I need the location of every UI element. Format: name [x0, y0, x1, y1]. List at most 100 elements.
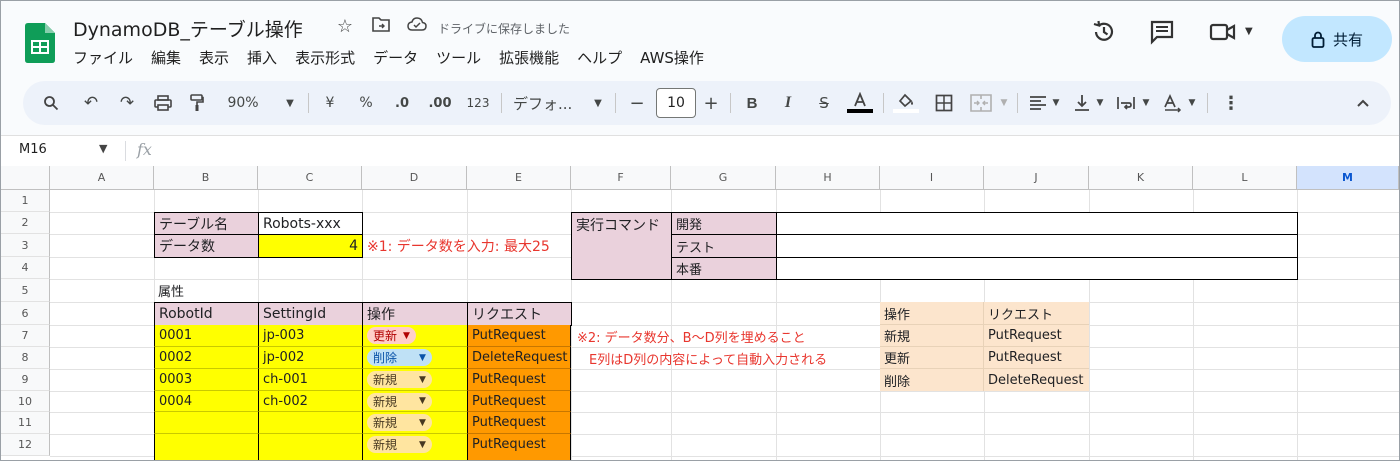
rotation-dropdown-icon[interactable]: ▼ — [1185, 81, 1199, 125]
column-header-b[interactable]: B — [154, 166, 258, 190]
attributes-label[interactable]: 属性 — [154, 279, 258, 302]
operation-chip[interactable]: 新規 ▼ — [367, 414, 432, 431]
row-header-4[interactable]: 4 — [1, 257, 50, 279]
cell-robot-id-6[interactable] — [154, 434, 258, 460]
row-header-9[interactable]: 9 — [1, 369, 50, 391]
column-header-c[interactable]: C — [258, 166, 362, 190]
operation-chip[interactable]: 削除 ▼ — [367, 349, 432, 366]
row-header-11[interactable]: 11 — [1, 412, 50, 434]
lookup-request-1[interactable]: PutRequest — [984, 325, 1089, 347]
row-header-6[interactable]: 6 — [1, 302, 50, 325]
cloud-saved-icon[interactable] — [406, 16, 428, 37]
cell-robot-id-3[interactable]: 0003 — [154, 369, 258, 391]
cell-robot-id-4[interactable]: 0004 — [154, 391, 258, 412]
search-menus-icon[interactable] — [37, 81, 65, 125]
header-operation[interactable]: 操作 — [362, 302, 468, 326]
collapse-toolbar-icon[interactable] — [1351, 81, 1375, 125]
env-prod-label[interactable]: 本番 — [671, 257, 777, 280]
lookup-op-2[interactable]: 更新 — [880, 347, 984, 369]
select-all-corner[interactable] — [1, 166, 50, 190]
undo-icon[interactable]: ↶ — [77, 81, 105, 125]
column-header-f[interactable]: F — [571, 166, 671, 190]
meet-dropdown-icon[interactable]: ▼ — [1245, 26, 1253, 37]
column-header-d[interactable]: D — [362, 166, 467, 190]
cell-request-2[interactable]: DeleteRequest — [467, 347, 571, 369]
row-header-8[interactable]: 8 — [1, 347, 50, 369]
env-test-label[interactable]: テスト — [671, 234, 777, 258]
cell-setting-id-3[interactable]: ch-001 — [258, 369, 362, 391]
column-header-e[interactable]: E — [467, 166, 571, 190]
row-header-10[interactable]: 10 — [1, 391, 50, 412]
increase-font-size-icon[interactable]: + — [699, 81, 723, 125]
operation-chip[interactable]: 新規 ▼ — [367, 371, 432, 388]
table-name-label[interactable]: テーブル名 — [154, 212, 259, 235]
note-fill-columns[interactable]: ※2: データ数分、B～D列を埋めること — [573, 325, 873, 347]
halign-dropdown-icon[interactable]: ▼ — [1049, 81, 1063, 125]
more-options-icon[interactable]: ⋮ — [1219, 81, 1243, 125]
zoom-select[interactable]: 90% — [219, 81, 267, 125]
cell-request-1[interactable]: PutRequest — [467, 325, 571, 347]
cell-setting-id-4[interactable]: ch-002 — [258, 391, 362, 412]
lookup-header-operation[interactable]: 操作 — [880, 302, 984, 325]
row-header-3[interactable]: 3 — [1, 234, 50, 257]
header-request[interactable]: リクエスト — [467, 302, 572, 326]
menu-view[interactable]: 表示 — [199, 47, 238, 68]
data-count-label[interactable]: データ数 — [154, 234, 259, 258]
merge-dropdown-icon[interactable]: ▼ — [997, 81, 1011, 125]
sheets-logo-icon[interactable] — [25, 23, 55, 63]
cell-operation-6[interactable]: 新規 ▼ — [362, 434, 467, 460]
share-button[interactable]: 共有 — [1282, 16, 1392, 62]
cell-request-4[interactable]: PutRequest — [467, 391, 571, 412]
column-header-a[interactable]: A — [50, 166, 154, 190]
column-header-j[interactable]: J — [984, 166, 1089, 190]
table-name-value[interactable]: Robots-xxx — [258, 212, 363, 235]
data-count-value[interactable]: 4 — [258, 234, 363, 258]
cell-request-5[interactable]: PutRequest — [467, 412, 571, 434]
exec-command-dev[interactable] — [776, 212, 1298, 235]
menu-format[interactable]: 表示形式 — [295, 47, 364, 68]
note-auto-request[interactable]: E列はD列の内容によって自動入力される — [585, 347, 885, 369]
column-header-m[interactable]: M — [1297, 166, 1399, 190]
font-size-input[interactable]: 10 — [656, 88, 696, 118]
menu-extensions[interactable]: 拡張機能 — [499, 47, 568, 68]
header-setting-id[interactable]: SettingId — [258, 302, 363, 326]
row-header-7[interactable]: 7 — [1, 325, 50, 347]
lookup-request-3[interactable]: DeleteRequest — [984, 369, 1089, 391]
row-header-2[interactable]: 2 — [1, 212, 50, 234]
cell-setting-id-1[interactable]: jp-003 — [258, 325, 362, 347]
merge-cells-icon[interactable] — [967, 81, 995, 125]
lookup-request-2[interactable]: PutRequest — [984, 347, 1089, 369]
version-history-icon[interactable] — [1091, 19, 1117, 45]
lookup-op-1[interactable]: 新規 — [880, 325, 984, 347]
operation-chip[interactable]: 新規 ▼ — [367, 436, 432, 453]
exec-command-prod[interactable] — [776, 257, 1298, 280]
borders-icon[interactable] — [931, 81, 957, 125]
meet-video-icon[interactable] — [1209, 19, 1237, 45]
name-box-dropdown-icon[interactable]: ▼ — [99, 142, 107, 155]
fill-color-icon[interactable] — [891, 81, 921, 125]
cell-setting-id-2[interactable]: jp-002 — [258, 347, 362, 369]
column-header-g[interactable]: G — [671, 166, 776, 190]
lookup-header-request[interactable]: リクエスト — [984, 302, 1089, 325]
menu-help[interactable]: ヘルプ — [577, 47, 631, 68]
text-wrapping-icon[interactable] — [1113, 81, 1139, 125]
print-icon[interactable] — [149, 81, 177, 125]
percent-format-button[interactable]: % — [355, 81, 377, 125]
operation-chip[interactable]: 新規 ▼ — [367, 392, 432, 410]
exec-command-test[interactable] — [776, 234, 1298, 258]
valign-dropdown-icon[interactable]: ▼ — [1093, 81, 1107, 125]
decrease-decimal-button[interactable]: .0 — [387, 81, 417, 125]
cell-robot-id-2[interactable]: 0002 — [154, 347, 258, 369]
strikethrough-icon[interactable]: S — [811, 81, 837, 125]
row-header-1[interactable]: 1 — [1, 190, 50, 212]
cell-request-6[interactable]: PutRequest — [467, 434, 571, 460]
env-dev-label[interactable]: 開発 — [671, 212, 777, 235]
menu-tools[interactable]: ツール — [436, 47, 490, 68]
bold-icon[interactable]: B — [739, 81, 765, 125]
spreadsheet-grid[interactable]: A B C D E F G H I J K L M 1 2 3 4 5 6 7 … — [1, 166, 1399, 460]
vertical-align-icon[interactable] — [1069, 81, 1095, 125]
column-header-h[interactable]: H — [776, 166, 880, 190]
menu-data[interactable]: データ — [373, 47, 427, 68]
currency-format-button[interactable]: ¥ — [319, 81, 341, 125]
decrease-font-size-icon[interactable]: − — [625, 81, 649, 125]
